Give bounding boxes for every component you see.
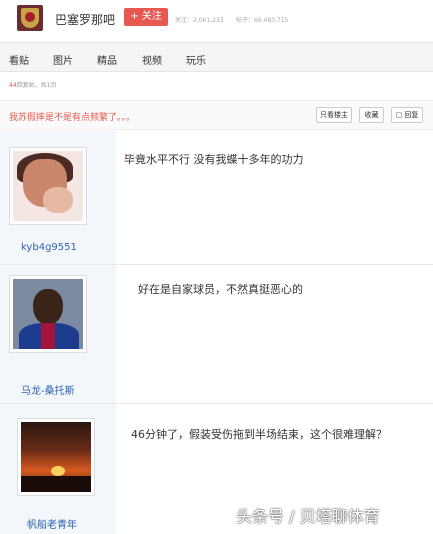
tab-posts[interactable]: 看贴	[9, 52, 29, 67]
avatar[interactable]	[9, 147, 87, 225]
reply-count-line: 44回复贴，共1页	[9, 80, 56, 89]
forum-nav: 看贴 图片 精品 视频 玩乐	[0, 42, 433, 72]
favorite-button[interactable]: 收藏	[359, 107, 384, 123]
avatar[interactable]	[9, 275, 87, 353]
footballer-avatar-image	[13, 279, 83, 349]
reply-label: 回复	[404, 111, 419, 119]
tab-fun[interactable]: 玩乐	[186, 52, 206, 67]
sunset-avatar-image	[21, 422, 91, 492]
tab-featured[interactable]: 精品	[97, 52, 117, 67]
forum-name[interactable]: 巴塞罗那吧	[55, 11, 115, 28]
post-username[interactable]: 马龙-桑托斯	[21, 382, 75, 397]
post-username[interactable]: kyb4g9551	[21, 242, 77, 253]
tab-images[interactable]: 图片	[53, 52, 73, 67]
avatar[interactable]	[17, 418, 95, 496]
forum-header: 巴塞罗那吧 + 关注 关注：2,061,233 帖子：66,483,715	[0, 0, 433, 42]
reply-button[interactable]: ▢ 回复	[391, 107, 423, 123]
club-crest-icon	[21, 8, 39, 28]
follow-button[interactable]: + 关注	[124, 8, 168, 26]
thread-title-bar: 我苏假摔是不是有点频繁了。。。 只看楼主 收藏 ▢ 回复	[0, 100, 433, 130]
reply-count: 44	[9, 82, 17, 89]
posts-count: 帖子：66,483,715	[236, 17, 289, 24]
thread-title: 我苏假摔是不是有点频繁了。。。	[9, 113, 136, 123]
post-username[interactable]: 帆船老青年	[27, 516, 77, 531]
followers-count: 关注：2,061,233	[175, 17, 224, 24]
post-content: 好在是自家球员，不然真挺恶心的	[138, 283, 303, 296]
post-item: 马龙-桑托斯 好在是自家球员，不然真挺恶心的	[0, 265, 433, 403]
forum-logo[interactable]	[17, 5, 43, 31]
tab-videos[interactable]: 视频	[142, 52, 162, 67]
post-item: kyb4g9551 毕竟水平不行 没有我蝶十多年的功力	[0, 131, 433, 264]
only-author-button[interactable]: 只看楼主	[316, 107, 352, 123]
post-content: 46分钟了，假装受伤拖到半场结束，这个很难理解？	[131, 428, 387, 441]
post-content: 毕竟水平不行 没有我蝶十多年的功力	[124, 153, 304, 166]
source-watermark: 头条号 / 贝塔聊体育	[236, 507, 380, 526]
reply-count-suffix: 回复贴，共1页	[16, 82, 57, 89]
portrait-avatar-image	[13, 151, 83, 221]
